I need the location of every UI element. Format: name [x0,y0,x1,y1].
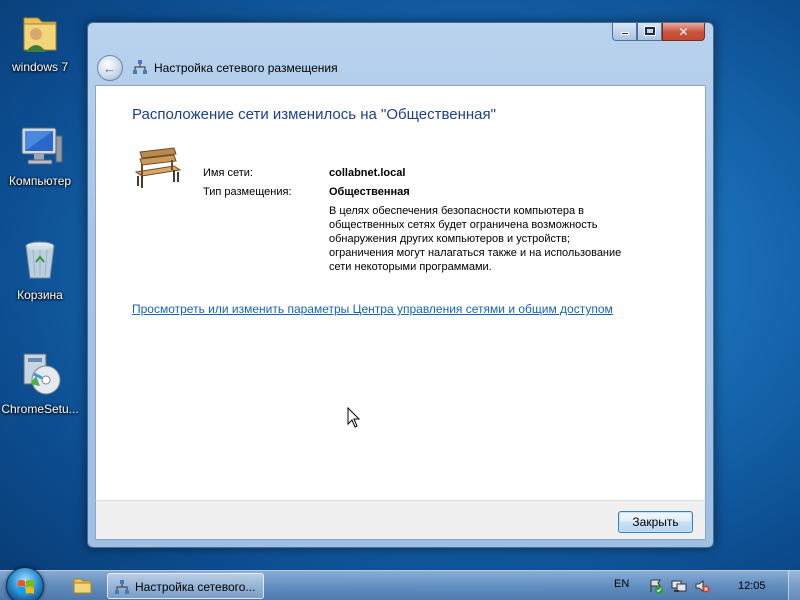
system-clock[interactable]: 12:05 [738,580,766,592]
desktop-icon-label: windows 7 [11,60,69,74]
taskbar: Настройка сетевого... EN 12:05 [0,567,800,600]
desktop-icon-installer[interactable]: ChromeSetu... [0,350,80,416]
window-close-button[interactable]: ✕ [662,23,705,41]
location-type-value: Общественная [329,186,410,198]
taskbar-task-network-setup[interactable]: Настройка сетевого... [107,573,264,599]
description-text: В целях обеспечения безопасности компьют… [329,205,622,273]
desktop-icon-user-folder[interactable]: windows 7 [0,8,80,74]
installer-icon [16,350,64,398]
recycle-bin-icon [16,236,64,284]
network-center-link[interactable]: Просмотреть или изменить параметры Центр… [132,302,613,316]
maximize-icon [644,26,656,36]
folder-icon [73,578,92,594]
network-location-window: ✕ ← Настройка сетевого размещения Распол… [87,22,714,548]
desktop-icon-label: ChromeSetu... [1,402,79,416]
location-type-label: Тип размещения: [203,186,292,198]
content-panel: Расположение сети изменилось на "Обществ… [95,85,706,500]
page-heading: Расположение сети изменилось на "Обществ… [132,106,496,123]
back-arrow-icon: ← [103,61,116,76]
desktop-icon-computer[interactable]: Компьютер [0,122,80,188]
action-center-icon[interactable] [648,578,664,594]
desktop-icon-label: Компьютер [8,174,72,188]
network-name-label: Имя сети: [203,167,253,179]
window-controls: ✕ [612,23,705,43]
volume-muted-icon[interactable] [694,578,710,594]
back-button[interactable]: ← [97,55,123,81]
desktop-icon-label: Корзина [17,288,63,302]
windows-logo-icon [18,580,34,594]
start-button[interactable] [6,567,44,600]
mouse-cursor-icon [347,407,361,428]
show-desktop-button[interactable] [788,571,800,600]
user-folder-icon [16,8,64,56]
bench-icon [134,147,182,188]
close-icon: ✕ [678,24,689,39]
window-title: Настройка сетевого размещения [154,61,338,75]
navigation-bar: ← Настройка сетевого размещения [88,51,713,83]
minimize-button[interactable] [612,23,637,41]
desktop-icon-recycle-bin[interactable]: Корзина [0,236,80,302]
network-name-value: collabnet.local [329,167,406,179]
dialog-footer: Закрыть [95,500,706,540]
maximize-button[interactable] [637,23,662,41]
network-icon [133,60,147,74]
network-status-icon[interactable] [671,578,687,594]
language-indicator[interactable]: EN [614,578,629,590]
taskbar-explorer-button[interactable] [62,573,102,599]
computer-icon [16,122,64,170]
network-icon [115,580,129,594]
taskbar-task-label: Настройка сетевого... [135,580,256,594]
close-button[interactable]: Закрыть [618,511,693,533]
minimize-icon [621,32,629,35]
